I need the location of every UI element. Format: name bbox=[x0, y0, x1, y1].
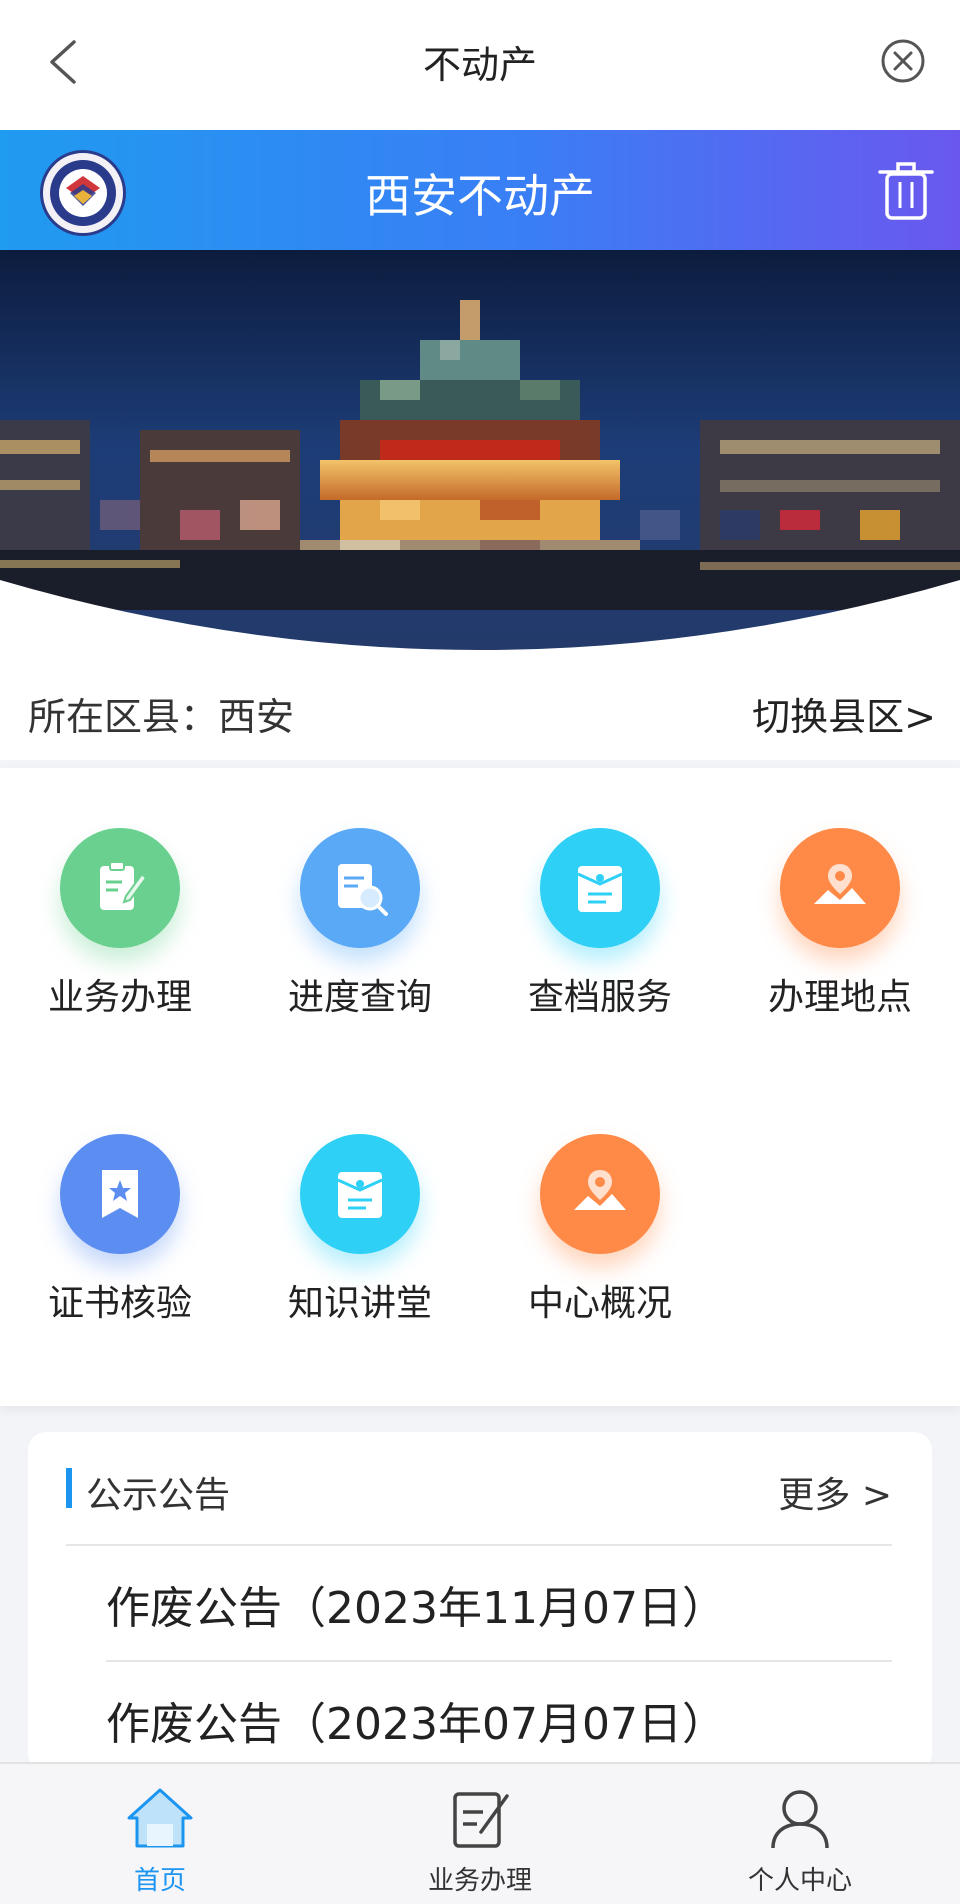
tile-label: 证书核验 bbox=[47, 1283, 192, 1324]
tile-label: 中心概况 bbox=[527, 1283, 672, 1324]
tile-knowledge[interactable]: 知识讲堂 bbox=[260, 1134, 460, 1326]
map-pin-icon bbox=[540, 1134, 660, 1254]
folder-doc-icon bbox=[540, 828, 660, 948]
document-search-icon bbox=[300, 828, 420, 948]
trash-icon[interactable] bbox=[878, 158, 934, 222]
edit-form-icon bbox=[453, 1792, 509, 1848]
tile-progress[interactable]: 进度查询 bbox=[260, 828, 460, 1020]
divider bbox=[106, 1660, 892, 1662]
tile-label: 知识讲堂 bbox=[287, 1283, 432, 1324]
folder-doc-icon bbox=[300, 1134, 420, 1254]
banner-image[interactable] bbox=[0, 250, 960, 650]
district-bar: 所在区县：西安 切换县区> bbox=[0, 650, 960, 760]
tile-label: 进度查询 bbox=[287, 977, 432, 1018]
switch-district-link[interactable]: 切换县区> bbox=[752, 686, 936, 741]
clipboard-edit-icon bbox=[60, 828, 180, 948]
bottom-tab-bar: 首页 业务办理 个人中心 bbox=[0, 1762, 960, 1904]
tile-center-overview[interactable]: 中心概况 bbox=[500, 1134, 700, 1326]
tile-label: 办理地点 bbox=[767, 977, 912, 1018]
tile-archive[interactable]: 查档服务 bbox=[500, 828, 700, 1020]
announcement-card: 公示公告 更多 > 作废公告（2023年11月07日） 作废公告（2023年07… bbox=[28, 1432, 932, 1772]
user-icon bbox=[771, 1790, 829, 1849]
tile-certificate[interactable]: 证书核验 bbox=[20, 1134, 220, 1326]
tile-business[interactable]: 业务办理 bbox=[20, 828, 220, 1020]
home-icon bbox=[127, 1788, 193, 1848]
divider bbox=[66, 1544, 892, 1546]
tile-label: 业务办理 bbox=[47, 977, 192, 1018]
header-title: 西安不动产 bbox=[365, 169, 595, 223]
tab-business[interactable]: 业务办理 bbox=[380, 1786, 580, 1897]
tab-profile[interactable]: 个人中心 bbox=[700, 1786, 900, 1897]
top-nav-bar: 不动产 bbox=[0, 0, 960, 130]
certificate-star-icon bbox=[60, 1134, 180, 1254]
announcement-item[interactable]: 作废公告（2023年07月07日） bbox=[106, 1688, 726, 1752]
function-grid: 业务办理 进度查询 查档服务 办理地点 证书核验 知识讲堂 中心概况 bbox=[0, 768, 960, 1406]
tile-label: 查档服务 bbox=[527, 977, 672, 1018]
tab-label: 个人中心 bbox=[747, 1866, 852, 1896]
tab-label: 首页 bbox=[133, 1866, 186, 1896]
section-accent-bar bbox=[66, 1468, 72, 1508]
app-header: 西安不动产 bbox=[0, 130, 960, 250]
current-district: 所在区县：西安 bbox=[28, 695, 295, 739]
announcement-title: 公示公告 bbox=[86, 1475, 231, 1516]
more-link[interactable]: 更多 > bbox=[778, 1466, 892, 1518]
tab-label: 业务办理 bbox=[427, 1866, 532, 1896]
tab-home[interactable]: 首页 bbox=[60, 1786, 260, 1897]
tile-location[interactable]: 办理地点 bbox=[740, 828, 940, 1020]
page-title: 不动产 bbox=[422, 43, 537, 87]
map-pin-icon bbox=[780, 828, 900, 948]
close-icon[interactable] bbox=[880, 38, 926, 84]
announcement-item[interactable]: 作废公告（2023年11月07日） bbox=[106, 1572, 726, 1636]
bell-tower-night-image bbox=[0, 250, 960, 650]
